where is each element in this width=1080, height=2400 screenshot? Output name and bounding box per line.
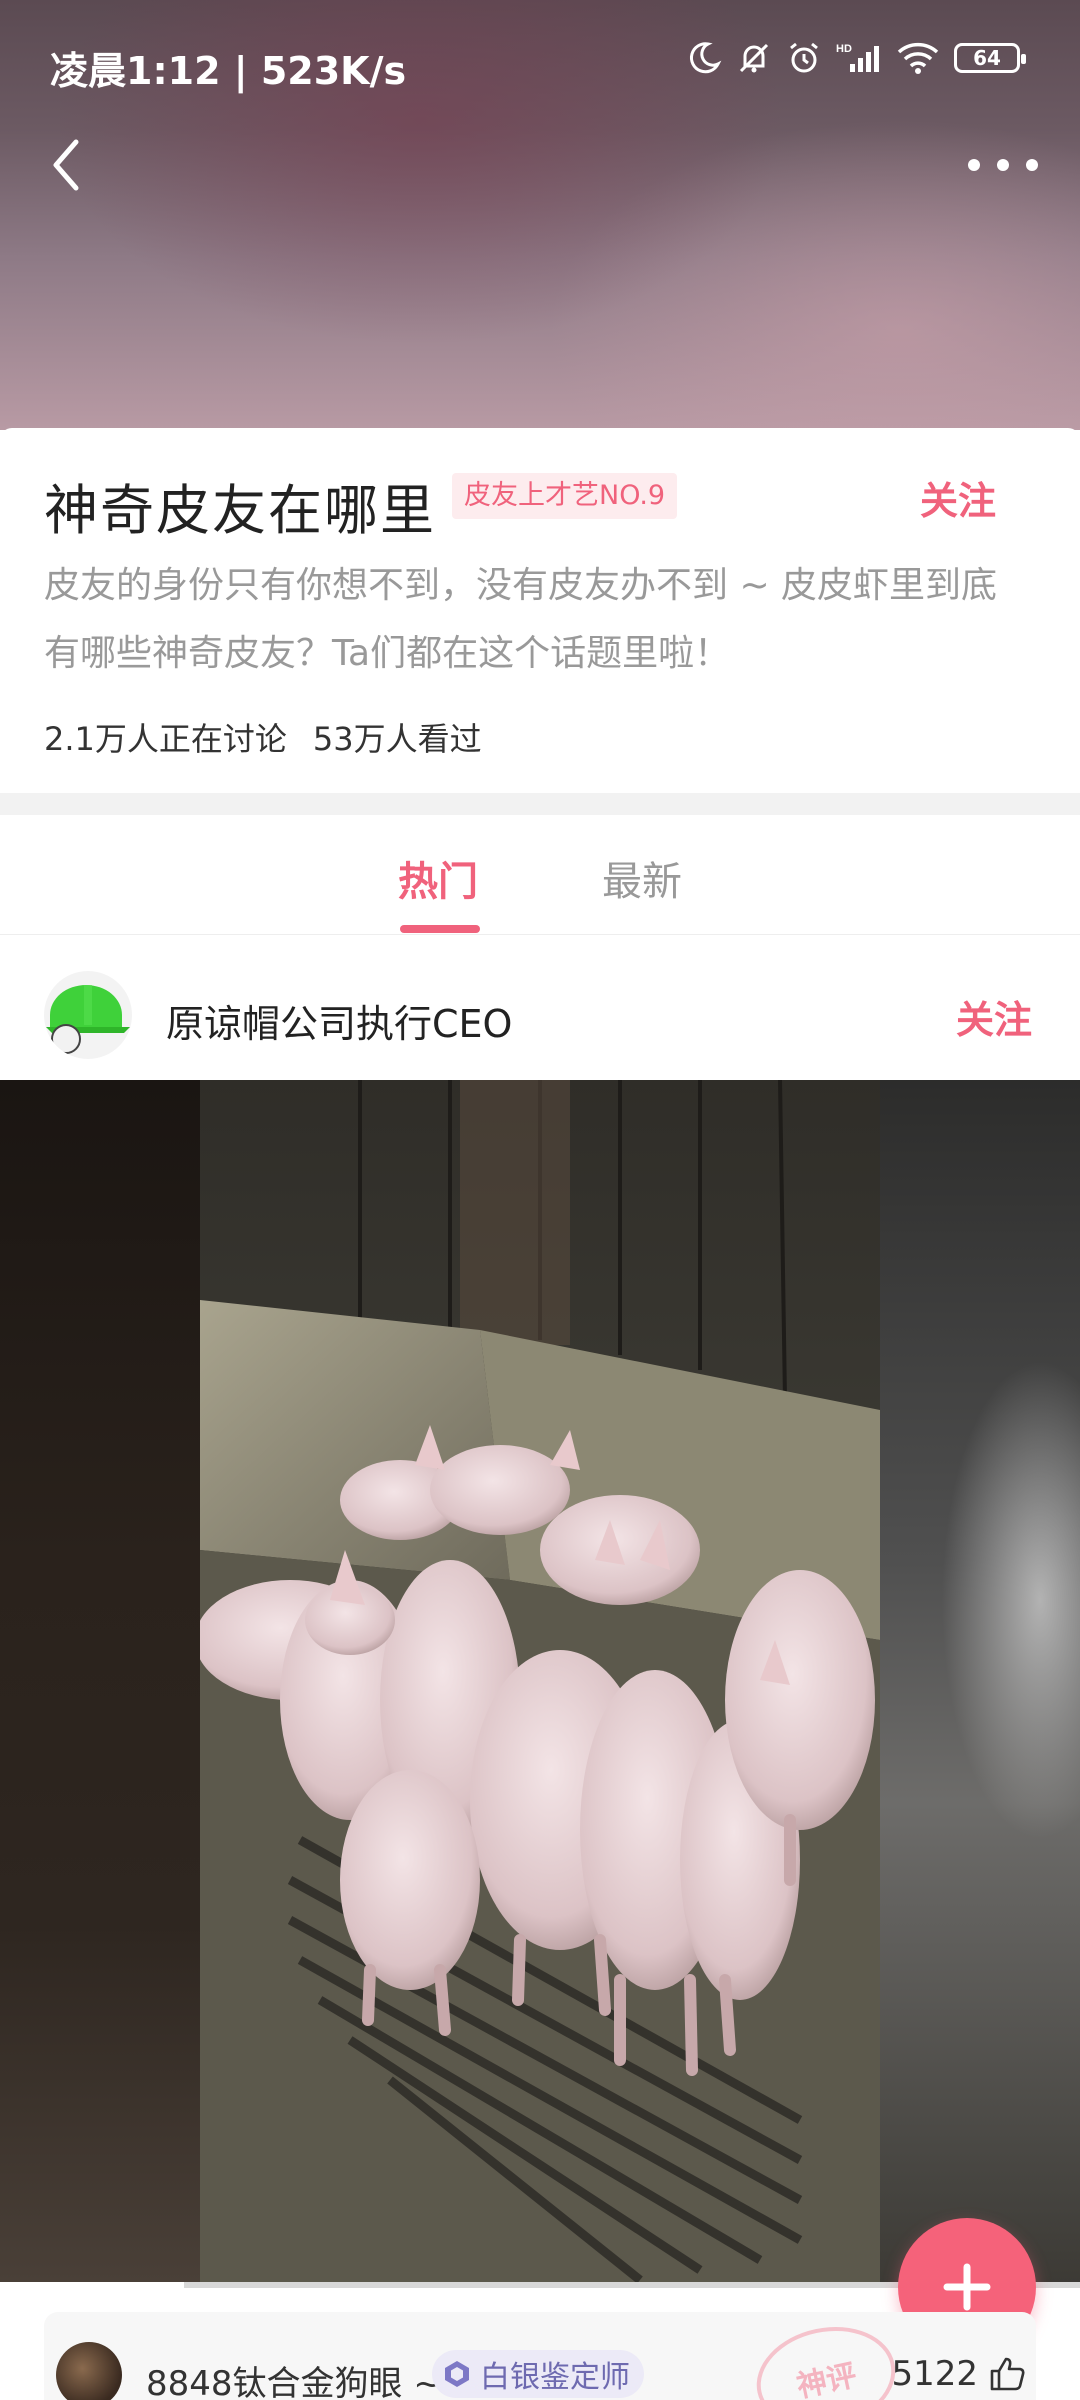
post-follow-button[interactable]: 关注	[956, 989, 1032, 1044]
more-dot-icon	[968, 159, 980, 171]
active-tab-indicator	[400, 925, 480, 933]
like-count: 5122	[891, 2354, 978, 2394]
tab-hot[interactable]: 热门	[398, 849, 478, 907]
more-dot-icon	[1026, 159, 1038, 171]
thumbs-up-icon	[990, 2357, 1025, 2391]
more-dot-icon	[997, 159, 1009, 171]
commenter-avatar[interactable]	[56, 2342, 122, 2400]
battery-level: 64	[973, 46, 1001, 70]
commenter-badge: 白银鉴定师	[432, 2350, 644, 2398]
comment-likes[interactable]: 5122	[891, 2354, 1026, 2394]
wifi-icon	[897, 42, 939, 74]
post-author-name[interactable]: 原谅帽公司执行CEO	[166, 993, 512, 1048]
god-comment-stamp: 神评	[747, 2314, 905, 2400]
topic-banner: 凌晨1:12 | 523K/s HD 64	[0, 0, 1080, 430]
section-divider	[0, 793, 1080, 815]
topic-stats: 2.1万人正在讨论 53万人看过	[44, 714, 482, 760]
chevron-left-icon	[53, 139, 79, 191]
commenter-name[interactable]: 8848钛合金狗眼 ~	[146, 2356, 442, 2400]
plus-icon	[943, 2263, 991, 2311]
topic-title: 神奇皮友在哪里	[44, 479, 436, 542]
tab-new[interactable]: 最新	[602, 849, 682, 907]
svg-text:HD: HD	[836, 43, 852, 55]
top-comment[interactable]: 8848钛合金狗眼 ~ 白银鉴定师 神评 5122	[44, 2312, 1036, 2400]
topic-rank-tag[interactable]: 皮友上才艺NO.9	[452, 473, 678, 519]
back-button[interactable]	[42, 130, 92, 200]
signal-icon: HD	[836, 43, 879, 72]
hexagon-badge-icon	[445, 2361, 469, 2387]
video-blur-right	[880, 1080, 1080, 2285]
mute-bell-icon	[739, 43, 769, 73]
status-icons: HD 64	[686, 40, 1026, 76]
topic-card: 神奇皮友在哪里 皮友上才艺NO.9 关注 皮友的身份只有你想不到，没有皮友办不到…	[0, 428, 1080, 793]
author-avatar[interactable]	[44, 971, 132, 1059]
video-blur-left	[0, 1080, 200, 2285]
status-time: 凌晨1:12 | 523K/s	[50, 49, 407, 93]
topic-follow-button[interactable]: 关注	[920, 470, 996, 525]
post-header: 原谅帽公司执行CEO 关注	[0, 935, 1080, 1080]
pigs-in-pen-image	[200, 1080, 880, 2285]
discussing-count: 2.1万人正在讨论	[44, 720, 287, 758]
moon-icon	[689, 42, 722, 74]
commenter-badge-label: 白银鉴定师	[480, 2360, 630, 2395]
status-bar: 凌晨1:12 | 523K/s HD 64	[0, 0, 1080, 130]
alarm-icon	[790, 42, 818, 73]
post-video[interactable]	[0, 1080, 1080, 2285]
feed-tabs: 热门 最新	[0, 815, 1080, 935]
more-button[interactable]	[968, 140, 1038, 190]
green-helmet-icon	[46, 985, 130, 1054]
video-frame	[200, 1080, 880, 2285]
viewed-count: 53万人看过	[312, 720, 482, 758]
video-progress-fill	[0, 2282, 184, 2288]
topic-description: 皮友的身份只有你想不到，没有皮友办不到 ~ 皮皮虾里到底有哪些神奇皮友？Ta们都…	[44, 565, 998, 674]
battery-icon: 64	[954, 43, 1026, 73]
